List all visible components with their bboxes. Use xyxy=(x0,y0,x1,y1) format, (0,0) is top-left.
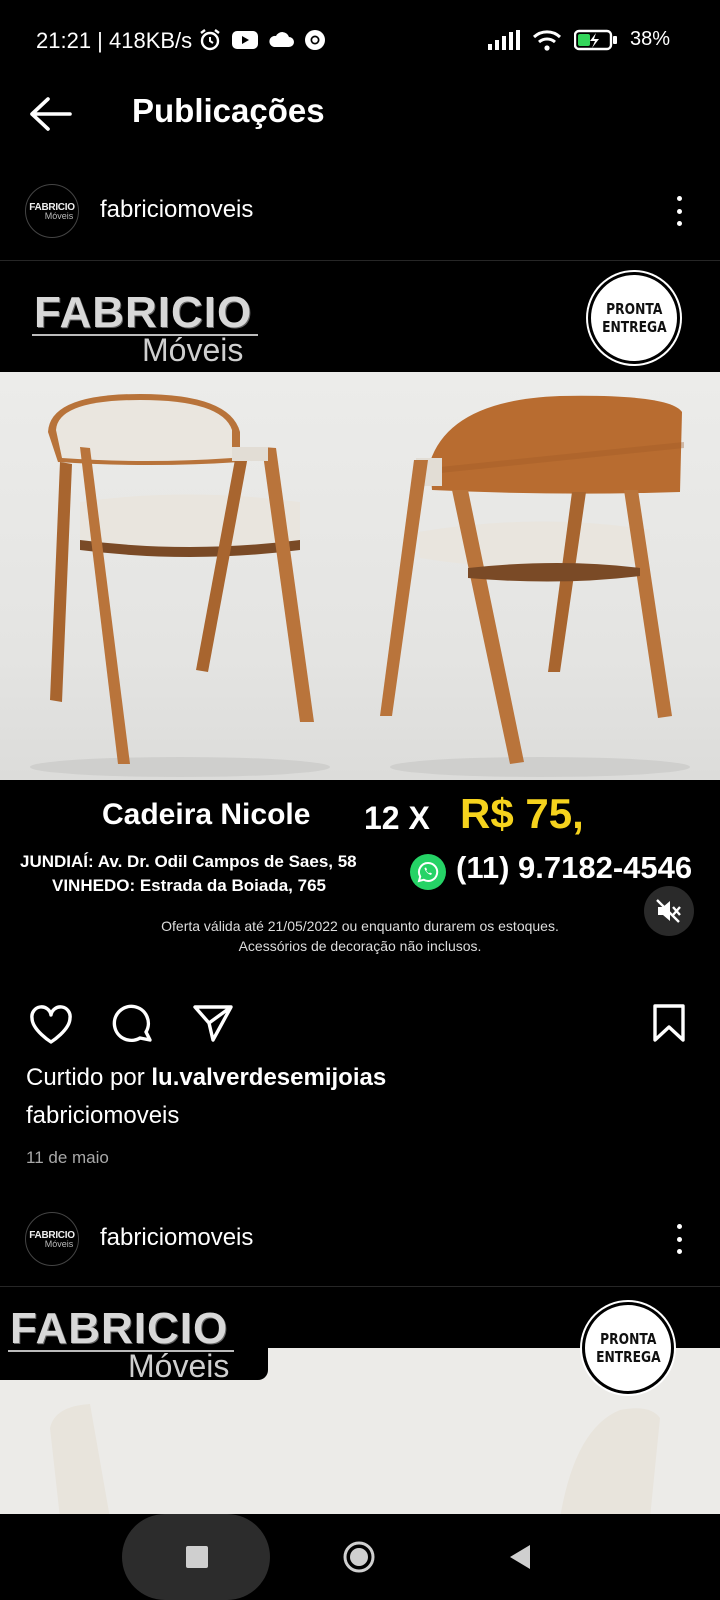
chair-front-view xyxy=(48,394,314,764)
logo-text: FABRICIO xyxy=(34,288,253,337)
more-vertical-icon-dot xyxy=(676,208,682,214)
comment-icon xyxy=(112,1004,152,1043)
battery-charging-icon xyxy=(573,29,617,50)
ready-delivery-badge: PRONTA ENTREGA xyxy=(582,1302,674,1394)
mute-button[interactable] xyxy=(644,886,694,936)
address-vinhedo: VINHEDO: Estrada da Boiada, 765 xyxy=(52,876,326,895)
avatar-subtext: Móveis xyxy=(44,1238,74,1249)
divider xyxy=(0,260,720,261)
share-button[interactable] xyxy=(190,1000,236,1046)
address-jundiai: JUNDIAÍ: Av. Dr. Odil Campos de Saes, 58 xyxy=(20,852,357,871)
more-vertical-icon-dot xyxy=(676,1236,682,1242)
ready-delivery-badge: PRONTA ENTREGA xyxy=(588,272,680,364)
alarm-icon xyxy=(200,29,220,51)
badge-line-2: ENTREGA xyxy=(601,318,667,336)
avatar[interactable]: FABRICIO Móveis xyxy=(25,184,79,238)
post-username[interactable]: fabriciomoveis xyxy=(100,1224,253,1252)
page-title: Publicações xyxy=(132,92,325,129)
post-header: FABRICIO Móveis fabriciomoveis xyxy=(0,184,720,264)
home-button[interactable] xyxy=(342,1540,376,1579)
post-header: FABRICIO Móveis fabriciomoveis xyxy=(0,1212,720,1292)
badge-line-1: PRONTA xyxy=(605,300,663,318)
divider xyxy=(0,1286,720,1287)
more-vertical-icon-dot xyxy=(676,221,682,226)
bookmark-icon xyxy=(653,1004,685,1042)
offer-disclaimer: Acessórios de decoração não inclusos. xyxy=(238,938,482,954)
badge-line-1: PRONTA xyxy=(599,1330,657,1348)
price: R$ 75, xyxy=(460,790,584,837)
battery-level: 38% xyxy=(629,28,670,50)
badge-line-2: ENTREGA xyxy=(595,1348,661,1366)
more-vertical-icon-dot xyxy=(676,1224,682,1229)
more-vertical-icon-dot xyxy=(676,1249,682,1254)
save-button[interactable] xyxy=(646,1000,692,1046)
comment-button[interactable] xyxy=(110,1002,156,1048)
like-button[interactable] xyxy=(28,1002,74,1048)
logo-subtext: Móveis xyxy=(142,332,244,368)
brand-logo: FABRICIO Móveis xyxy=(0,1292,240,1384)
post-image[interactable]: FABRICIO Móveis PRONTA ENTREGA xyxy=(0,262,720,992)
cloud-icon xyxy=(269,32,294,47)
product-name: Cadeira Nicole xyxy=(102,798,311,831)
chrome-icon xyxy=(305,30,325,50)
status-time-speed: 21:21 | 418KB/s xyxy=(36,28,193,53)
triangle-back-icon xyxy=(510,1545,530,1569)
more-vertical-icon-dot xyxy=(676,196,682,201)
logo-text: FABRICIO xyxy=(10,1304,229,1353)
avatar[interactable]: FABRICIO Móveis xyxy=(25,1212,79,1266)
heart-icon xyxy=(30,1005,72,1044)
post-username[interactable]: fabriciomoveis xyxy=(100,196,253,224)
youtube-icon xyxy=(232,31,258,49)
volume-mute-icon xyxy=(656,899,681,923)
avatar-subtext: Móveis xyxy=(44,210,74,221)
post-image[interactable]: FABRICIO Móveis PRONTA ENTREGA xyxy=(0,1288,720,1514)
caption-username[interactable]: fabriciomoveis xyxy=(26,1102,179,1130)
installments: 12 X xyxy=(364,800,430,836)
phone-number: (11) 9.7182-4546 xyxy=(456,850,693,885)
liked-by-user[interactable]: lu.valverdesemijoias xyxy=(151,1064,386,1091)
offer-validity: Oferta válida até 21/05/2022 ou enquanto… xyxy=(161,918,559,934)
chairs-illustration xyxy=(30,394,690,777)
back-button[interactable] xyxy=(28,96,76,136)
whatsapp-icon xyxy=(410,854,446,890)
more-options-button[interactable] xyxy=(674,1224,684,1254)
status-icons-right: 38% xyxy=(487,28,670,51)
home-circle-icon xyxy=(343,1541,375,1573)
back-nav-button[interactable] xyxy=(508,1544,532,1575)
status-bar: 21:21 | 418KB/s 38% xyxy=(0,0,720,84)
recents-button[interactable] xyxy=(186,1546,208,1568)
arrow-left-icon xyxy=(30,97,72,131)
send-icon xyxy=(193,1005,233,1042)
chair-back-view xyxy=(380,395,684,764)
wifi-icon xyxy=(532,29,561,51)
logo-subtext: Móveis xyxy=(128,1348,230,1384)
post-date: 11 de maio xyxy=(26,1148,109,1167)
status-icons-left xyxy=(198,28,326,52)
liked-by-prefix: Curtido por xyxy=(26,1064,152,1091)
signal-icon xyxy=(487,29,520,50)
brand-logo: FABRICIO Móveis xyxy=(24,276,264,368)
liked-by: Curtido por lu.valverdesemijoias xyxy=(26,1064,386,1092)
more-options-button[interactable] xyxy=(674,196,684,226)
product-photo xyxy=(0,372,720,780)
